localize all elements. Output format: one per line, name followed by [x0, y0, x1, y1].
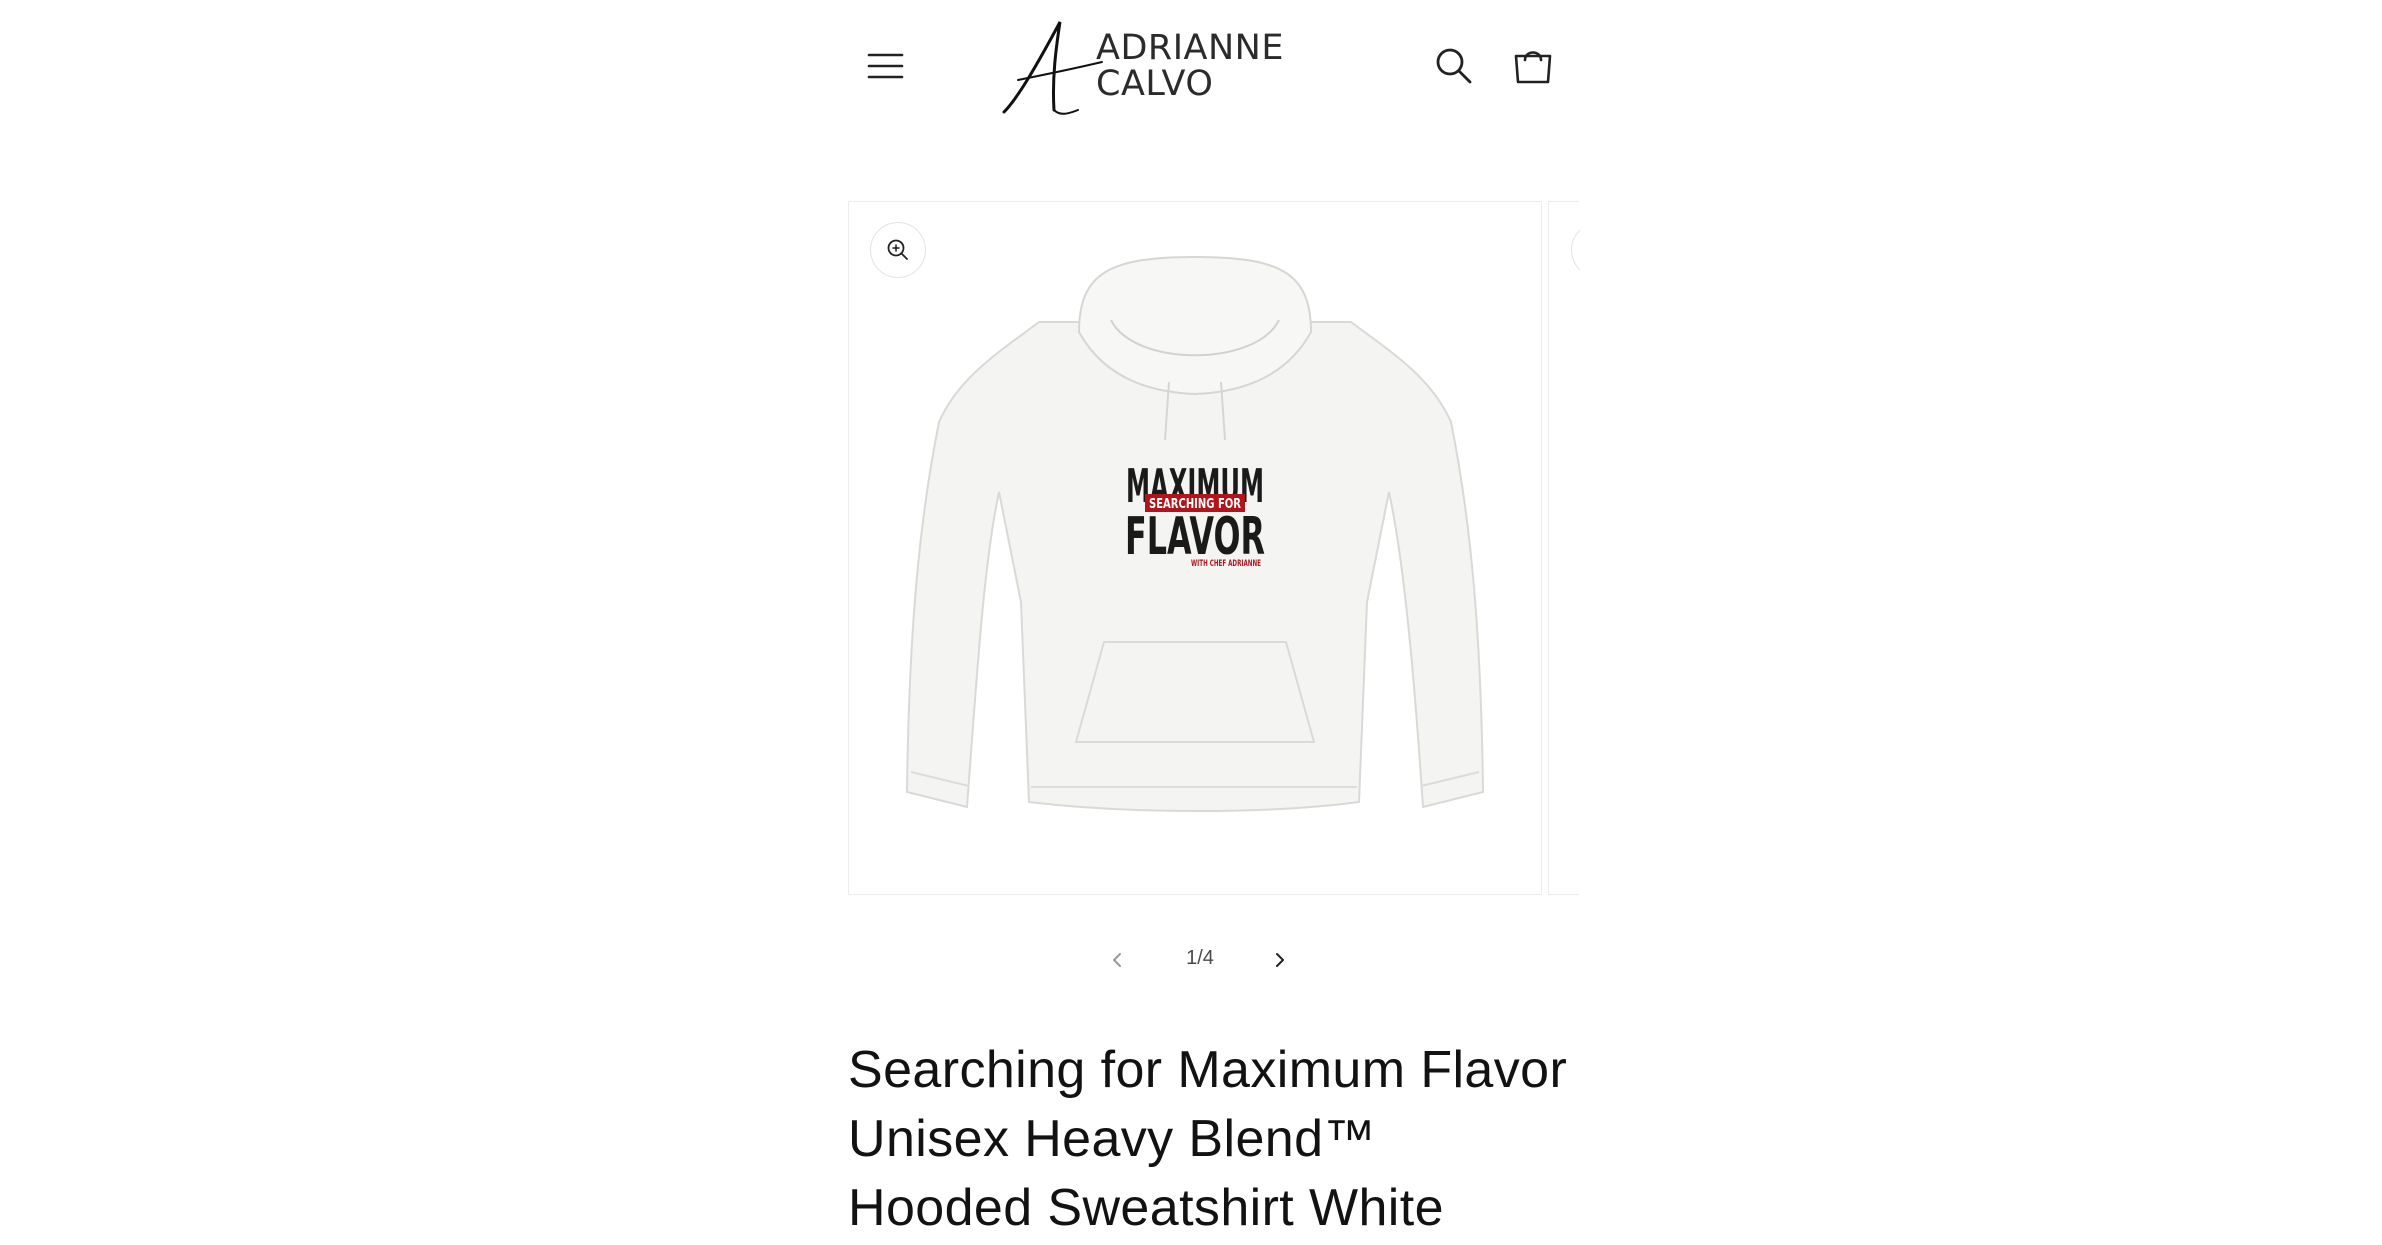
cart-button[interactable] [1510, 42, 1556, 88]
zoom-in-icon [887, 239, 908, 260]
product-title: Searching for Maximum Flavor Unisex Heav… [848, 1041, 1568, 1237]
menu-button[interactable] [862, 46, 908, 86]
logo-monogram [1002, 21, 1103, 115]
prev-slide-button[interactable] [1103, 946, 1131, 979]
print-tagline: WITH CHEF ADRIANNE [1191, 559, 1261, 569]
search-icon [1436, 48, 1472, 84]
chevron-right-icon [1276, 953, 1284, 967]
hamburger-menu-icon [867, 53, 904, 79]
store-logo[interactable]: ADRIANNE CALVO [990, 18, 1300, 118]
logo-line-2: CALVO [1096, 64, 1214, 104]
page-margin [1580, 190, 2382, 910]
next-slide-peek[interactable] [1548, 201, 1579, 895]
slide-counter: 1/4 [1186, 947, 1214, 969]
product-image-slide[interactable]: MAXIMUM SEARCHING FOR FLAVOR WITH CHEF A… [848, 201, 1542, 895]
next-slide-button[interactable] [1266, 946, 1294, 979]
search-button[interactable] [1432, 44, 1476, 88]
chevron-left-icon [1113, 953, 1121, 967]
zoom-button[interactable] [870, 222, 926, 278]
product-image: MAXIMUM SEARCHING FOR FLAVOR WITH CHEF A… [905, 255, 1485, 812]
logo-line-1: ADRIANNE [1096, 28, 1284, 68]
print-line-2: FLAVOR [1125, 507, 1265, 567]
slider-pagination: 1/4 [1100, 940, 1300, 980]
cart-bag-icon [1514, 51, 1552, 84]
